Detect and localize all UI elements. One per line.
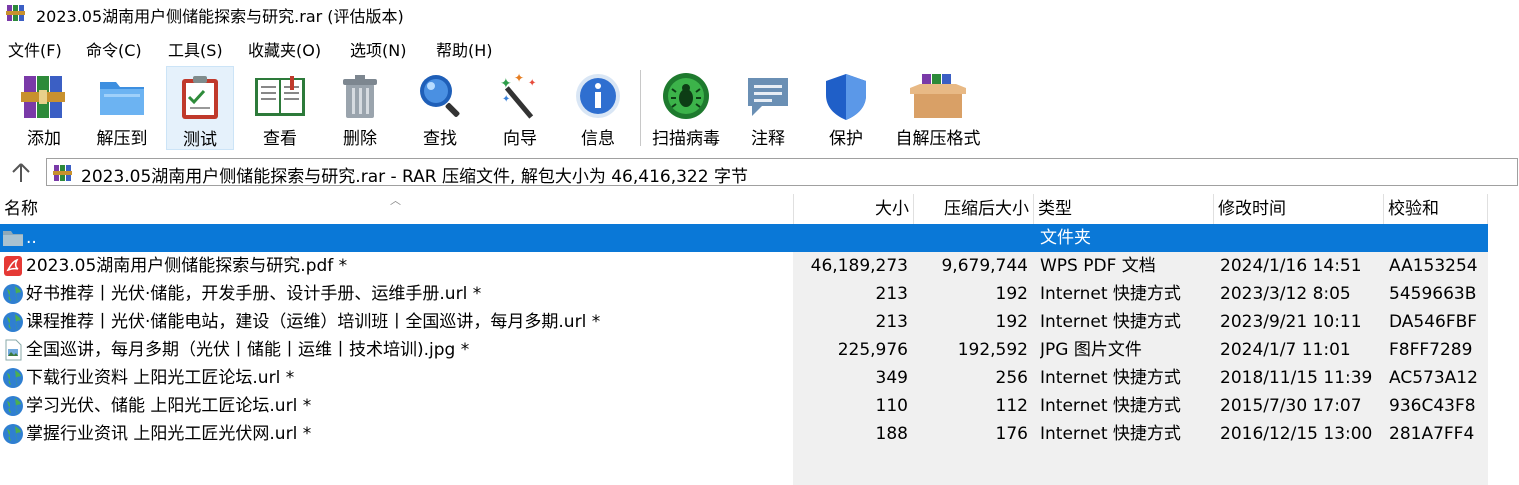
window-title: 2023.05湖南用户侧储能探索与研究.rar (评估版本) <box>36 7 404 26</box>
globe-icon <box>3 424 23 444</box>
sfx-box-icon <box>910 74 966 118</box>
rar-archive-icon <box>53 165 72 181</box>
view-button[interactable]: 查看 <box>246 66 314 150</box>
globe-icon <box>3 368 23 388</box>
address-bar[interactable]: 2023.05湖南用户侧储能探索与研究.rar - RAR 压缩文件, 解包大小… <box>46 158 1518 187</box>
col-modified[interactable]: 修改时间 <box>1214 194 1384 224</box>
menu-options[interactable]: 选项(N) <box>350 37 406 61</box>
add-archive-icon <box>21 76 65 118</box>
menu-file[interactable]: 文件(F) <box>8 37 62 61</box>
up-arrow-icon[interactable] <box>8 160 34 186</box>
pdf-icon <box>4 256 22 276</box>
magnifier-icon <box>420 75 460 117</box>
wizard-button[interactable]: ✦ ✦ ✦ ✦ 向导 <box>486 66 554 150</box>
folder-icon <box>3 231 23 246</box>
svg-text:✦: ✦ <box>528 78 536 89</box>
toolbar: 添加 解压到 测试 查看 删除 查找 ✦ ✦ ✦ ✦ 向导 信息 扫描病毒 注释… <box>0 64 1519 152</box>
svg-text:✦: ✦ <box>514 71 524 85</box>
delete-button[interactable]: 删除 <box>326 66 394 150</box>
comment-button[interactable]: 注释 <box>734 66 802 150</box>
list-item-parent[interactable]: .. 文件夹 <box>0 224 1488 252</box>
menu-help[interactable]: 帮助(H) <box>436 37 493 61</box>
menu-commands[interactable]: 命令(C) <box>86 37 142 61</box>
globe-icon <box>3 284 23 304</box>
address-row: 2023.05湖南用户侧储能探索与研究.rar - RAR 压缩文件, 解包大小… <box>0 156 1519 190</box>
book-icon <box>255 76 305 116</box>
list-item[interactable]: 好书推荐丨光伏·储能，开发手册、设计手册、运维手册.url * 213 192 … <box>0 280 1488 308</box>
title-bar: 2023.05湖南用户侧储能探索与研究.rar (评估版本) <box>0 0 1519 28</box>
info-button[interactable]: 信息 <box>564 66 632 150</box>
clipboard-check-icon <box>182 76 218 119</box>
protect-button[interactable]: 保护 <box>812 66 880 150</box>
info-icon <box>576 74 620 118</box>
menu-tools[interactable]: 工具(S) <box>168 37 223 61</box>
list-item[interactable]: 课程推荐丨光伏·储能电站，建设（运维）培训班丨全国巡讲，每月多期.url * 2… <box>0 308 1488 336</box>
trash-can-icon <box>343 75 377 118</box>
menu-bar: 文件(F) 命令(C) 工具(S) 收藏夹(O) 选项(N) 帮助(H) <box>0 34 1519 62</box>
svg-text:✦: ✦ <box>500 76 512 92</box>
list-item[interactable]: 下载行业资料 上阳光工匠论坛.url * 349 256 Internet 快捷… <box>0 364 1488 392</box>
sfx-button[interactable]: 自解压格式 <box>896 66 981 150</box>
list-item[interactable]: 掌握行业资讯 上阳光工匠光伏网.url * 188 176 Internet 快… <box>0 420 1488 448</box>
col-size[interactable]: 大小 <box>794 194 914 224</box>
shield-icon <box>826 74 866 120</box>
menu-favorites[interactable]: 收藏夹(O) <box>248 37 321 61</box>
list-item[interactable]: 全国巡讲，每月多期（光伏丨储能丨运维丨技术培训).jpg * 225,976 1… <box>0 336 1488 364</box>
col-name[interactable]: 名称 <box>0 194 794 224</box>
test-button[interactable]: 测试 <box>166 66 234 150</box>
image-file-icon <box>5 339 22 361</box>
toolbar-separator <box>640 70 641 146</box>
globe-icon <box>3 396 23 416</box>
globe-icon <box>3 312 23 332</box>
col-crc[interactable]: 校验和 <box>1384 194 1488 224</box>
magic-wand-icon: ✦ ✦ ✦ ✦ <box>500 71 536 119</box>
col-packed[interactable]: 压缩后大小 <box>914 194 1034 224</box>
add-button[interactable]: 添加 <box>10 66 78 150</box>
list-item[interactable]: 学习光伏、储能 上阳光工匠论坛.url * 110 112 Internet 快… <box>0 392 1488 420</box>
winrar-app-icon <box>6 5 25 21</box>
column-header: ︿ 名称 大小 压缩后大小 类型 修改时间 校验和 <box>0 194 1490 224</box>
address-text: 2023.05湖南用户侧储能探索与研究.rar - RAR 压缩文件, 解包大小… <box>81 167 748 187</box>
extract-to-button[interactable]: 解压到 <box>88 66 156 150</box>
find-button[interactable]: 查找 <box>406 66 474 150</box>
speech-bubble-icon <box>748 78 788 116</box>
virus-scan-icon <box>663 73 709 119</box>
list-item[interactable]: 2023.05湖南用户侧储能探索与研究.pdf * 46,189,273 9,6… <box>0 252 1488 280</box>
col-type[interactable]: 类型 <box>1034 194 1214 224</box>
svg-text:✦: ✦ <box>502 94 510 105</box>
scan-virus-button[interactable]: 扫描病毒 <box>652 66 720 150</box>
folder-extract-icon <box>100 82 144 115</box>
